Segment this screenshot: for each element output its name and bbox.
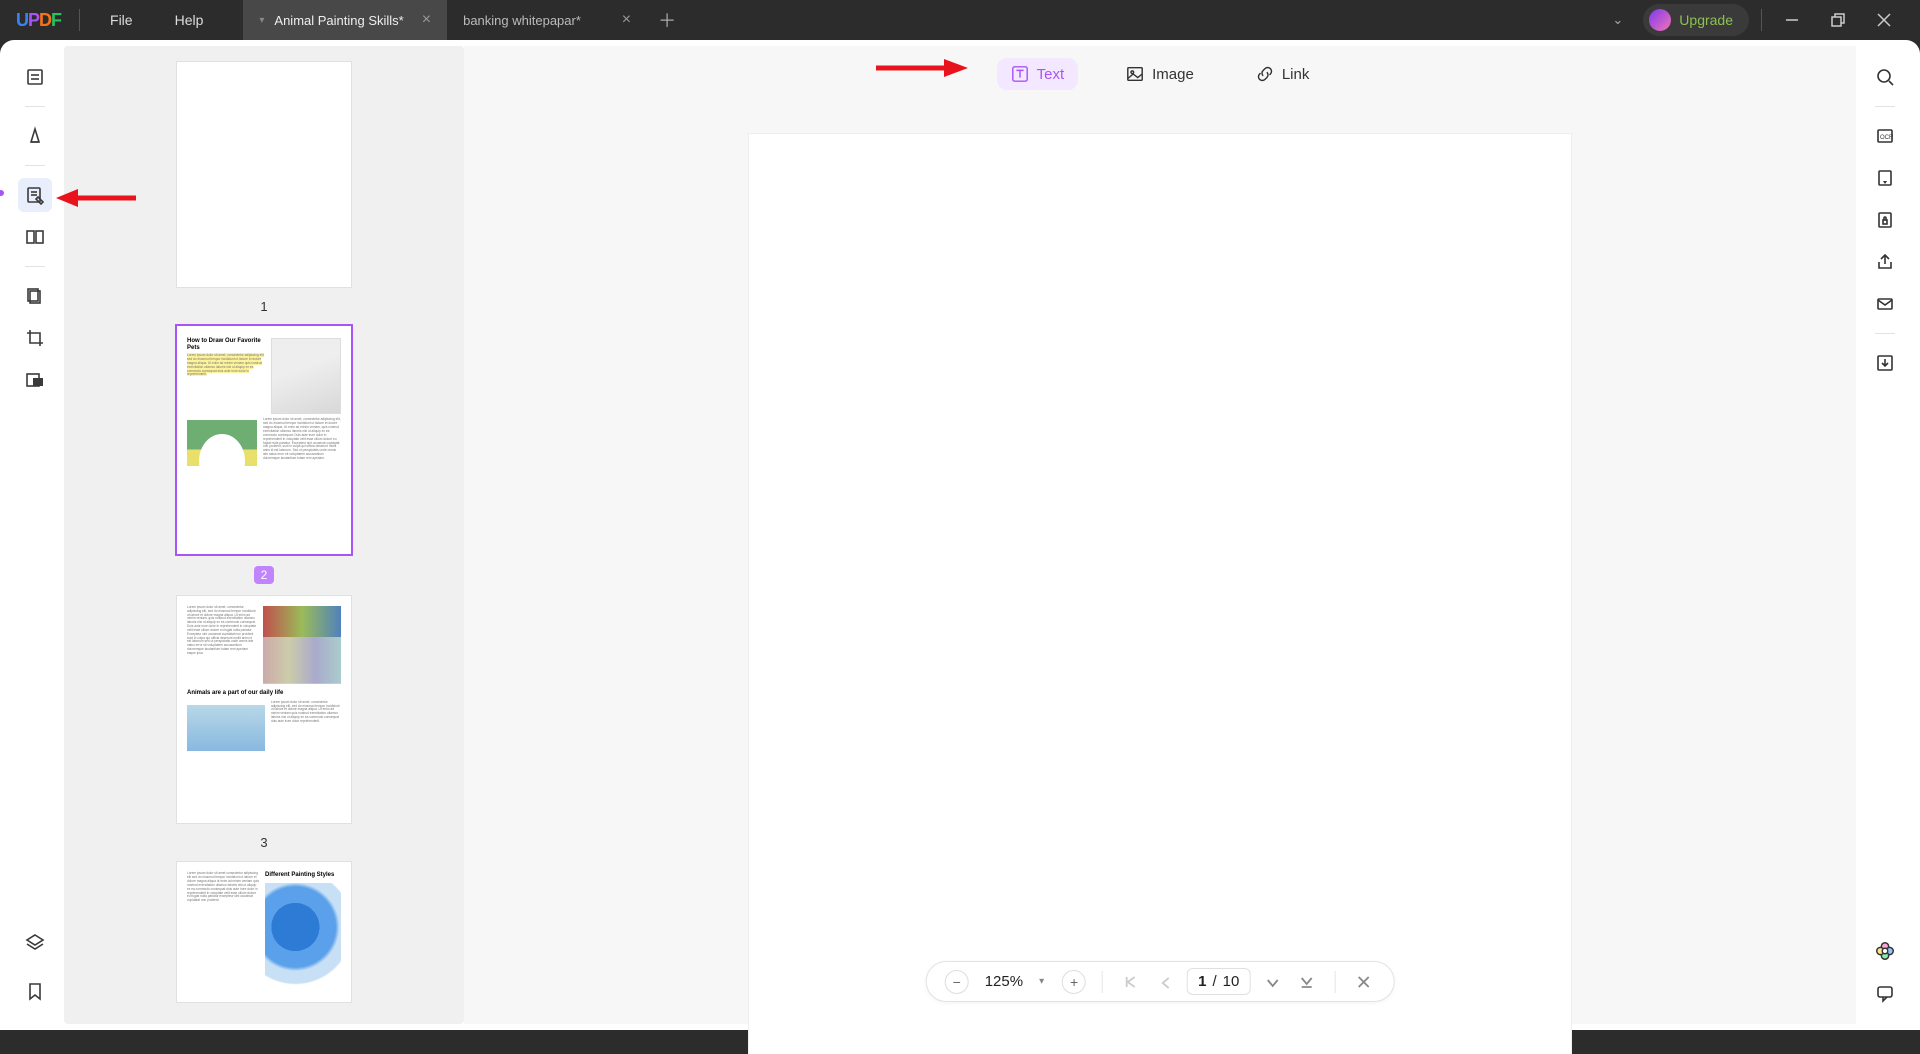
edit-mode-toolbar: Text Image Link <box>997 58 1324 90</box>
page-number-label-selected: 2 <box>254 566 275 584</box>
bookmark-button[interactable] <box>18 974 52 1008</box>
page-number-label: 1 <box>260 299 267 314</box>
reader-mode-button[interactable] <box>18 60 52 94</box>
thumb-image-watercolor <box>265 883 341 993</box>
left-toolbar <box>6 46 64 1024</box>
separator <box>1761 9 1762 31</box>
protect-button[interactable] <box>1868 203 1902 237</box>
zoom-level-label[interactable]: 125% <box>979 973 1029 990</box>
page-thumbnail-1[interactable] <box>177 62 351 287</box>
title-bar: UPDF File Help ▾ Animal Painting Skills*… <box>0 0 1920 40</box>
separator <box>79 9 80 31</box>
prev-page-button[interactable] <box>1153 970 1177 994</box>
page-number-label: 3 <box>260 835 267 850</box>
two-page-view-button[interactable] <box>18 220 52 254</box>
last-page-button[interactable] <box>1294 970 1318 994</box>
zoom-in-button[interactable]: + <box>1062 970 1086 994</box>
tab-title: banking whitepapar* <box>463 13 581 28</box>
organize-pages-button[interactable] <box>18 279 52 313</box>
separator <box>1334 971 1335 993</box>
app-logo: UPDF <box>0 10 77 31</box>
edit-link-label: Link <box>1282 66 1310 83</box>
tab-title: Animal Painting Skills* <box>274 13 403 28</box>
thumb-image-dog-photo <box>187 420 257 502</box>
thumb-heading: Animals are a part of our daily life <box>187 690 341 697</box>
tabs-overflow-icon[interactable]: ⌄ <box>1602 12 1633 28</box>
edit-pdf-button[interactable] <box>18 178 52 212</box>
avatar-icon <box>1649 9 1671 31</box>
tab-animal-painting[interactable]: ▾ Animal Painting Skills* × <box>243 0 447 40</box>
page-number-input[interactable]: 1 / 10 <box>1187 968 1250 995</box>
left-toolbar-bottom <box>6 926 64 1008</box>
crop-button[interactable] <box>18 321 52 355</box>
page-thumbnail-2[interactable]: How to Draw Our Favorite Pets Lorem ipsu… <box>177 326 351 553</box>
edit-image-button[interactable]: Image <box>1112 58 1208 90</box>
menu-bar: File Help <box>82 12 231 28</box>
ai-assistant-button[interactable] <box>1868 934 1902 968</box>
thumb-image-dog-sketch <box>271 338 341 414</box>
document-tabs: ▾ Animal Painting Skills* × banking whit… <box>243 0 687 40</box>
email-button[interactable] <box>1868 287 1902 321</box>
separator <box>25 165 45 166</box>
window-controls-group: ⌄ Upgrade <box>1602 4 1920 36</box>
tab-banking-whitepaper[interactable]: banking whitepapar* × <box>447 0 647 40</box>
separator <box>1875 106 1895 107</box>
edit-text-label: Text <box>1037 66 1065 83</box>
redact-button[interactable] <box>18 363 52 397</box>
separator <box>1102 971 1103 993</box>
window-minimize-button[interactable] <box>1774 5 1810 35</box>
svg-text:OCR: OCR <box>1880 135 1894 141</box>
thumb-heading: Different Painting Styles <box>265 872 341 879</box>
next-page-button[interactable] <box>1260 970 1284 994</box>
zoom-dropdown-icon[interactable]: ▾ <box>1039 976 1052 987</box>
separator <box>25 106 45 107</box>
page-canvas[interactable] <box>749 134 1571 1054</box>
current-page: 1 <box>1198 973 1206 990</box>
edit-link-button[interactable]: Link <box>1242 58 1324 90</box>
ocr-button[interactable]: OCR <box>1868 119 1902 153</box>
right-toolbar: OCR <box>1856 46 1914 1024</box>
page-separator: / <box>1212 973 1216 990</box>
document-view[interactable]: Text Image Link − 125% ▾ + 1 / 10 <box>464 46 1856 1024</box>
chat-button[interactable] <box>1868 976 1902 1010</box>
share-button[interactable] <box>1868 245 1902 279</box>
search-button[interactable] <box>1868 60 1902 94</box>
separator <box>1875 333 1895 334</box>
edit-text-button[interactable]: Text <box>997 58 1079 90</box>
workspace: 1 How to Draw Our Favorite Pets Lorem ip… <box>0 40 1920 1030</box>
page-navigation-toolbar: − 125% ▾ + 1 / 10 <box>926 961 1395 1002</box>
tab-close-icon[interactable]: × <box>404 11 431 29</box>
edit-image-label: Image <box>1152 66 1194 83</box>
thumbnail-panel[interactable]: 1 How to Draw Our Favorite Pets Lorem ip… <box>64 46 464 1024</box>
window-close-button[interactable] <box>1866 5 1902 35</box>
page-thumbnail-4[interactable]: Lorem ipsum dolor sit amet consectetur a… <box>177 862 351 1002</box>
thumb-image-paint-palette <box>263 606 341 684</box>
menu-help[interactable]: Help <box>175 12 204 28</box>
first-page-button[interactable] <box>1119 970 1143 994</box>
save-button[interactable] <box>1868 346 1902 380</box>
total-pages: 10 <box>1223 973 1240 990</box>
upgrade-button[interactable]: Upgrade <box>1643 4 1749 36</box>
add-tab-button[interactable]: ＋ <box>647 0 687 40</box>
page-thumbnail-3[interactable]: Lorem ipsum dolor sit amet, consectetur … <box>177 596 351 823</box>
tab-close-icon[interactable]: × <box>604 11 631 29</box>
zoom-out-button[interactable]: − <box>945 970 969 994</box>
menu-file[interactable]: File <box>110 12 133 28</box>
tab-dropdown-icon[interactable]: ▾ <box>259 15 264 26</box>
layers-button[interactable] <box>18 926 52 960</box>
thumb-image-butterfly <box>187 705 265 751</box>
active-dot-icon <box>0 190 4 196</box>
window-restore-button[interactable] <box>1820 5 1856 35</box>
thumb-heading: How to Draw Our Favorite Pets <box>187 338 265 352</box>
highlighter-button[interactable] <box>18 119 52 153</box>
separator <box>25 266 45 267</box>
upgrade-label: Upgrade <box>1679 12 1733 28</box>
close-toolbar-button[interactable] <box>1351 970 1375 994</box>
convert-button[interactable] <box>1868 161 1902 195</box>
